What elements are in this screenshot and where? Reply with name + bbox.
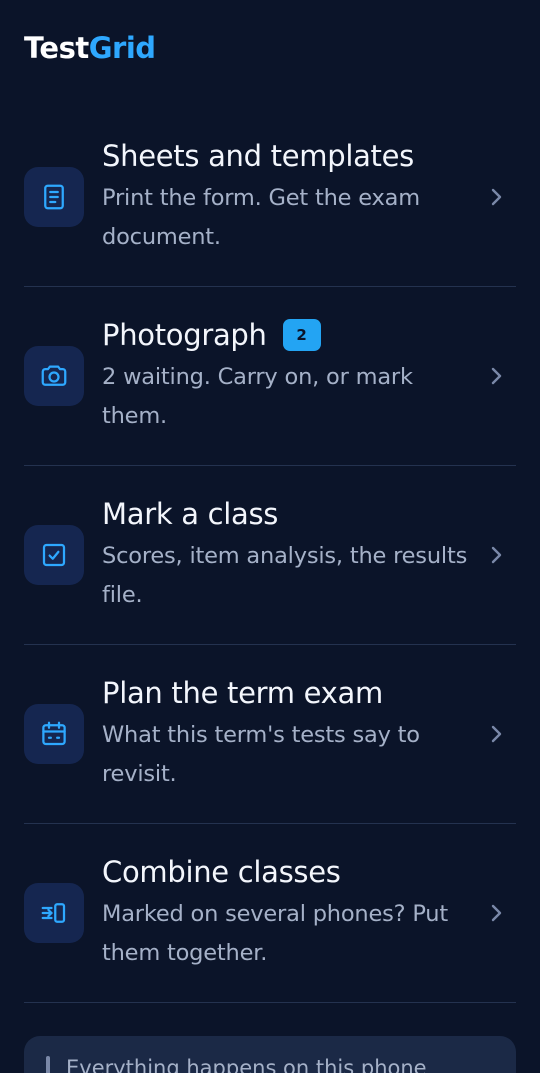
menu-item-description: 2 waiting. Carry on, or mark them. xyxy=(102,364,413,429)
menu-item-title: Photograph xyxy=(102,318,267,352)
menu-item-sheets-and-templates[interactable]: Sheets and templates Print the form. Get… xyxy=(24,108,516,287)
chevron-right-icon xyxy=(491,546,502,564)
camera-icon xyxy=(24,346,84,406)
menu-item-title: Mark a class xyxy=(102,497,279,531)
menu-item-plan-the-term-exam[interactable]: Plan the term exam What this term's test… xyxy=(24,645,516,824)
menu-item-description: What this term's tests say to revisit. xyxy=(102,722,420,787)
menu-item-title: Combine classes xyxy=(102,855,341,889)
menu-item-combine-classes[interactable]: Combine classes Marked on several phones… xyxy=(24,824,516,1003)
chevron-right-icon xyxy=(491,904,502,922)
app-screen: TestGrid Sheets and templates Print the … xyxy=(0,0,540,1073)
notice-accent-bar xyxy=(46,1056,50,1073)
menu-item-photograph[interactable]: Photograph 2 2 waiting. Carry on, or mar… xyxy=(24,287,516,466)
info-notice: Everything happens on this phone xyxy=(24,1036,516,1073)
app-logo: TestGrid xyxy=(24,28,156,68)
merge-icon xyxy=(24,883,84,943)
checkbox-icon xyxy=(24,525,84,585)
menu-item-title: Sheets and templates xyxy=(102,139,414,173)
logo-text-part2: Grid xyxy=(88,31,156,65)
chevron-right-icon xyxy=(491,367,502,385)
menu-item-description: Scores, item analysis, the results file. xyxy=(102,543,468,608)
chevron-right-icon xyxy=(491,188,502,206)
logo-text-part1: Test xyxy=(24,31,89,65)
menu-item-description: Marked on several phones? Put them toget… xyxy=(102,901,448,966)
document-icon xyxy=(24,167,84,227)
menu-item-title: Plan the term exam xyxy=(102,676,383,710)
calendar-icon xyxy=(24,704,84,764)
notice-text: Everything happens on this phone xyxy=(66,1056,427,1073)
menu-item-description: Print the form. Get the exam document. xyxy=(102,185,420,250)
menu-item-mark-a-class[interactable]: Mark a class Scores, item analysis, the … xyxy=(24,466,516,645)
main-menu: Sheets and templates Print the form. Get… xyxy=(24,108,516,1003)
pending-count-badge: 2 xyxy=(282,319,321,351)
chevron-right-icon xyxy=(491,725,502,743)
